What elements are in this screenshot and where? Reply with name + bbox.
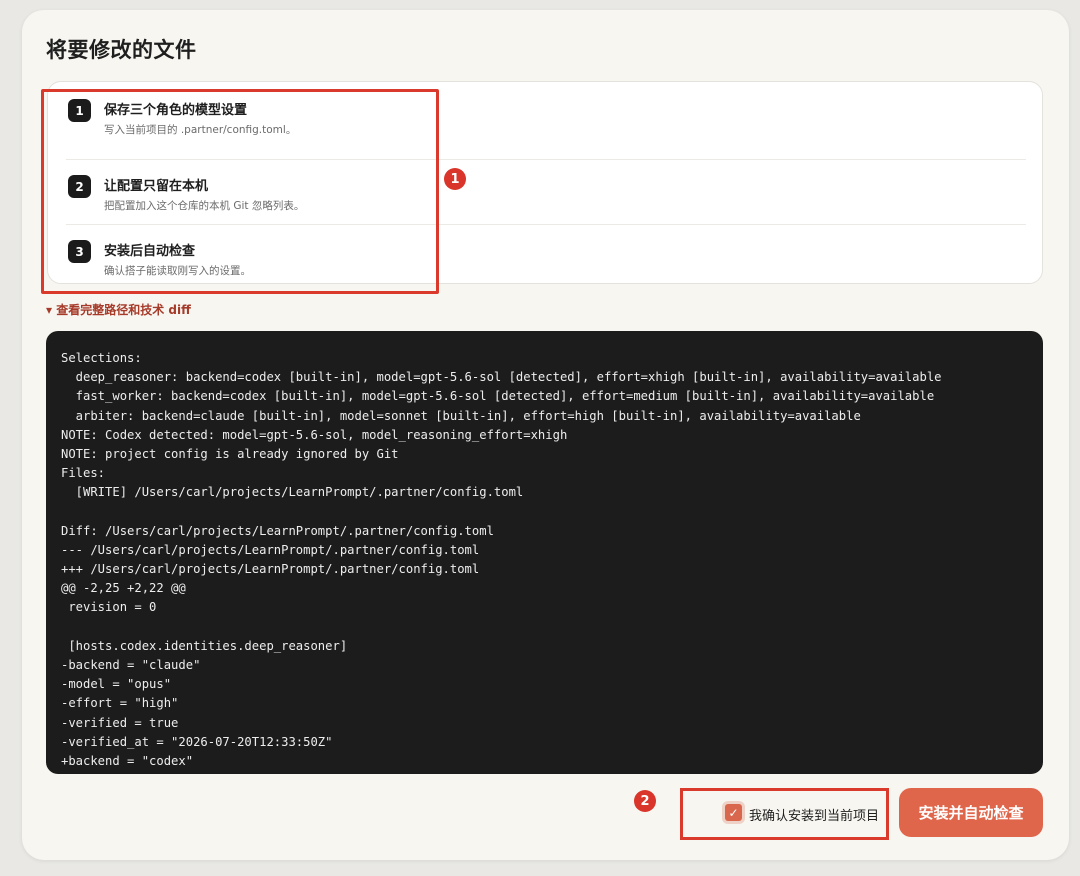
code-line: arbiter: backend=claude [built-in], mode… [61,408,861,423]
code-line: +backend = "codex" [61,753,194,768]
code-line: Files: [61,466,106,481]
checkmark-icon: ✓ [728,805,739,820]
code-line: deep_reasoner: backend=codex [built-in],… [61,370,942,385]
install-panel: 将要修改的文件 1 保存三个角色的模型设置 写入当前项目的 .partner/c… [22,10,1069,860]
code-line: -verified = true [61,715,179,730]
code-line: -verified_at = "2026-07-20T12:33:50Z" [61,734,333,749]
confirm-checkbox[interactable]: ✓ [725,804,742,821]
code-line: NOTE: project config is already ignored … [61,446,399,461]
code-line: -effort = "high" [61,696,179,711]
code-line: Diff: /Users/carl/projects/LearnPrompt/.… [61,523,494,538]
code-line: NOTE: Codex detected: model=gpt-5.6-sol,… [61,427,568,442]
code-line: +model = "gpt-5.6-sol" [61,771,1028,774]
code-line: -model = "opus" [61,677,172,692]
code-line: revision = 0 [61,600,157,615]
annotation-badge: 1 [444,168,466,190]
code-line: fast_worker: backend=codex [built-in], m… [61,389,935,404]
code-line: +++ /Users/carl/projects/LearnPrompt/.pa… [61,562,480,577]
confirm-label[interactable]: 我确认安装到当前项目 [749,805,879,824]
annotation-highlight-box [41,89,439,294]
code-line: [hosts.codex.identities.deep_reasoner] [61,638,348,653]
page-title: 将要修改的文件 [46,38,197,62]
code-line: -backend = "claude" [61,658,201,672]
diff-terminal[interactable]: Selections: deep_reasoner: backend=codex… [46,331,1043,774]
install-button[interactable]: 安装并自动检查 [899,788,1043,837]
annotation-badge: 2 [634,790,656,812]
code-line: [WRITE] /Users/carl/projects/LearnPrompt… [61,485,524,500]
code-line: Selections: [61,351,142,365]
code-line: @@ -2,25 +2,22 @@ [61,581,186,596]
code-line: --- /Users/carl/projects/LearnPrompt/.pa… [61,542,480,557]
confirm-highlight-box: ✓ 我确认安装到当前项目 [680,788,889,840]
diff-toggle-link[interactable]: ▾ 查看完整路径和技术 diff [46,301,191,318]
